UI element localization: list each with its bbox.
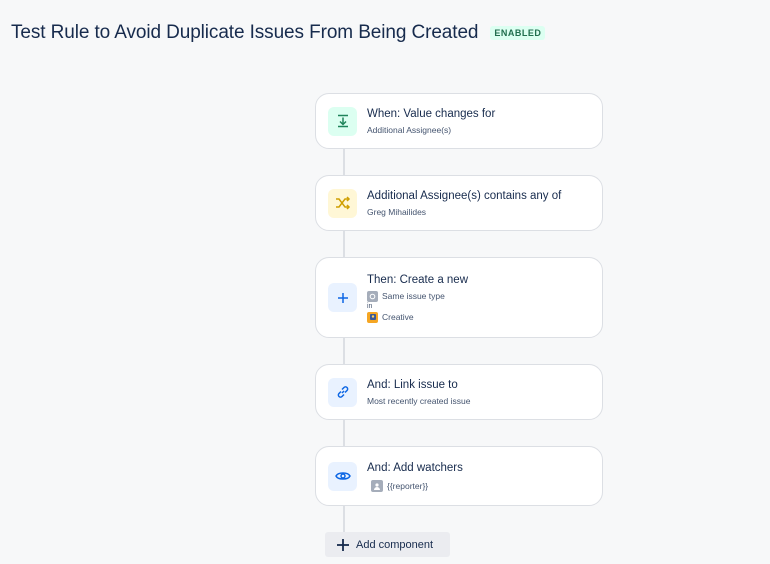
action-icon-tile: [328, 377, 357, 407]
issue-type-value: Same issue type: [382, 291, 445, 301]
page-header: Test Rule to Avoid Duplicate Issues From…: [11, 22, 546, 44]
plus-icon: [337, 538, 349, 551]
step-subtitle: Greg Mihailides: [367, 206, 427, 217]
plus-icon: [337, 292, 348, 303]
condition-card[interactable]: Additional Assignee(s) contains any of G…: [315, 175, 603, 231]
step-title: And: Add watchers: [367, 461, 463, 474]
issue-type-icon: [367, 290, 378, 302]
action-icon-tile: [328, 283, 357, 312]
link-issue-card[interactable]: And: Link issue to Most recently created…: [315, 364, 603, 420]
flow-connector: [343, 419, 345, 447]
project-value: Creative: [382, 312, 414, 322]
condition-icon-tile: [328, 188, 357, 218]
step-title: Additional Assignee(s) contains any of: [367, 189, 562, 202]
link-icon: [337, 386, 348, 398]
add-watchers-card[interactable]: And: Add watchers {{reporter}}: [315, 446, 603, 506]
project-avatar-icon: [367, 311, 378, 323]
add-component-label: Add component: [356, 538, 434, 551]
flow-connector: [343, 505, 345, 532]
step-title: And: Link issue to: [367, 378, 458, 391]
flow-connector: [343, 230, 345, 258]
in-label: in: [367, 302, 373, 310]
step-subtitle: Most recently created issue: [367, 395, 471, 406]
download-arrow-icon: [337, 114, 348, 128]
watcher-value: {{reporter}}: [387, 480, 429, 491]
page-title: Test Rule to Avoid Duplicate Issues From…: [11, 22, 479, 43]
action-icon-tile: [328, 461, 357, 491]
step-title: When: Value changes for: [367, 107, 496, 120]
status-badge: ENABLED: [490, 26, 546, 40]
step-subtitle: Additional Assignee(s): [367, 124, 452, 135]
flow-connector: [343, 148, 345, 176]
create-issue-card[interactable]: Then: Create a new Same issue type in Cr…: [315, 257, 603, 338]
user-avatar-icon: [371, 479, 383, 492]
shuffle-icon: [335, 196, 350, 210]
eye-icon: [334, 472, 351, 480]
trigger-icon-tile: [328, 106, 357, 136]
add-component-button[interactable]: Add component: [325, 532, 450, 557]
step-title: Then: Create a new: [367, 273, 469, 286]
flow-connector: [343, 337, 345, 365]
trigger-card[interactable]: When: Value changes for Additional Assig…: [315, 93, 603, 149]
